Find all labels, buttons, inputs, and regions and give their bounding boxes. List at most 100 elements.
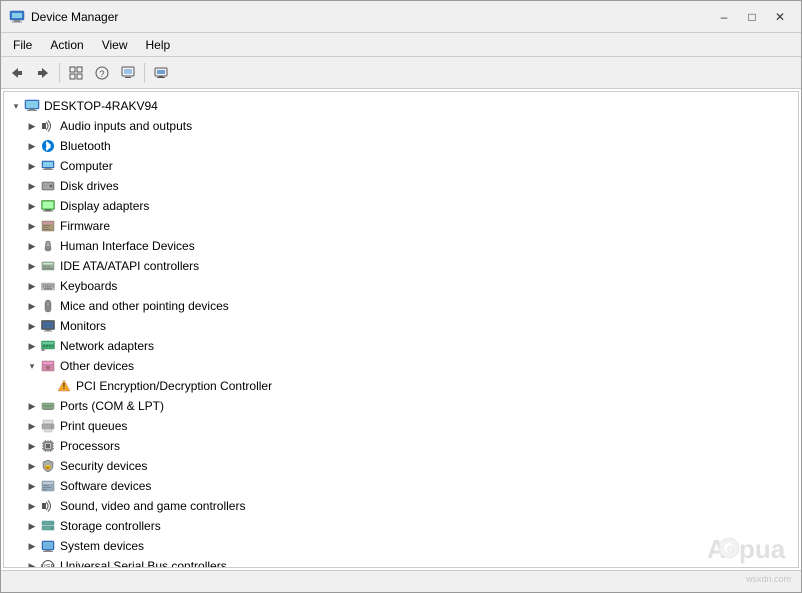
list-item[interactable]: ▶ Disk drives (4, 176, 798, 196)
disk-icon (40, 178, 56, 194)
item-label: System devices (60, 539, 144, 553)
expander[interactable]: ▶ (24, 518, 40, 534)
list-item[interactable]: ▶ Mice and other pointing devices (4, 296, 798, 316)
toolbar-separator-1 (59, 63, 60, 83)
list-item[interactable]: ▾ Other devices (4, 356, 798, 376)
back-button[interactable] (5, 61, 29, 85)
expander[interactable]: ▶ (24, 258, 40, 274)
menu-view[interactable]: View (94, 36, 136, 54)
help-button[interactable]: ? (90, 61, 114, 85)
computer-icon (40, 158, 56, 174)
list-item[interactable]: ▶ USB Universal Serial Bus controllers (4, 556, 798, 568)
list-item[interactable]: ▶ Bluetooth (4, 136, 798, 156)
processor-icon (40, 438, 56, 454)
display-icon (40, 198, 56, 214)
item-label: Audio inputs and outputs (60, 119, 192, 133)
list-item[interactable]: ▶ System devices (4, 536, 798, 556)
list-item[interactable]: ▶ ! PCI Encryption/Decryption Controller (4, 376, 798, 396)
expander[interactable]: ▶ (24, 298, 40, 314)
expander[interactable]: ▶ (24, 238, 40, 254)
expander[interactable]: ▶ (24, 338, 40, 354)
expander[interactable]: ▶ (24, 498, 40, 514)
monitor-icon (40, 318, 56, 334)
computer-icon (24, 98, 40, 114)
item-label: Processors (60, 439, 120, 453)
minimize-button[interactable]: – (711, 7, 737, 27)
svg-text:!: ! (63, 382, 66, 391)
expander[interactable]: ▶ (24, 438, 40, 454)
status-bar (1, 570, 801, 592)
list-item[interactable]: ▶ Firmware (4, 216, 798, 236)
list-item[interactable]: ▶ Network adapters (4, 336, 798, 356)
window-title: Device Manager (31, 10, 118, 24)
expander[interactable]: ▶ (24, 398, 40, 414)
expander[interactable]: ▶ (24, 538, 40, 554)
list-item[interactable]: ▶ Print queues (4, 416, 798, 436)
tree-view[interactable]: ▾ DESKTOP-4RAKV94 ▶ (3, 91, 799, 568)
bluetooth-icon (40, 138, 56, 154)
usb-icon: USB (40, 558, 56, 568)
other-devices-icon (40, 358, 56, 374)
network-icon (40, 338, 56, 354)
expander[interactable]: ▶ (24, 138, 40, 154)
view-device-button[interactable] (64, 61, 88, 85)
item-label: Firmware (60, 219, 110, 233)
expander[interactable]: ▶ (24, 218, 40, 234)
monitor-button[interactable] (149, 61, 173, 85)
item-label: Universal Serial Bus controllers (60, 559, 227, 568)
list-item[interactable]: ▶ Sound, video and game controllers (4, 496, 798, 516)
audio-icon (40, 118, 56, 134)
root-expander[interactable]: ▾ (8, 98, 24, 114)
item-label: Software devices (60, 479, 151, 493)
expander[interactable]: ▶ (24, 318, 40, 334)
item-label: Bluetooth (60, 139, 111, 153)
item-label: Monitors (60, 319, 106, 333)
properties-button[interactable] (116, 61, 140, 85)
list-item[interactable]: ▶ Monitors (4, 316, 798, 336)
expander[interactable]: ▶ (24, 558, 40, 568)
item-label: Computer (60, 159, 113, 173)
expander[interactable]: ▶ (24, 418, 40, 434)
list-item[interactable]: ▶ Audio inputs and outputs (4, 116, 798, 136)
expander[interactable]: ▶ (24, 458, 40, 474)
expander[interactable]: ▶ (24, 278, 40, 294)
menu-help[interactable]: Help (138, 36, 179, 54)
toolbar-separator-2 (144, 63, 145, 83)
system-icon (40, 538, 56, 554)
menu-file[interactable]: File (5, 36, 40, 54)
tree-root[interactable]: ▾ DESKTOP-4RAKV94 (4, 96, 798, 116)
list-item[interactable]: ▶ Software devices (4, 476, 798, 496)
expander[interactable]: ▶ (24, 198, 40, 214)
menu-action[interactable]: Action (42, 36, 91, 54)
list-item[interactable]: ▶ Human Interface Devices (4, 236, 798, 256)
list-item[interactable]: ▶ (4, 436, 798, 456)
list-item[interactable]: ▶ Keyboar (4, 276, 798, 296)
menu-bar: File Action View Help (1, 33, 801, 57)
maximize-button[interactable]: □ (739, 7, 765, 27)
list-item[interactable]: ▶ Display adapters (4, 196, 798, 216)
list-item[interactable]: ▶ IDE ATA/ATAPI controllers (4, 256, 798, 276)
warning-icon: ! (56, 378, 72, 394)
list-item[interactable]: ▶ Ports (COM & LPT) (4, 396, 798, 416)
security-icon: 🔒 (40, 458, 56, 474)
window-controls: – □ ✕ (711, 7, 793, 27)
expander[interactable]: ▶ (24, 178, 40, 194)
item-label: Human Interface Devices (60, 239, 195, 253)
expander[interactable]: ▾ (24, 358, 40, 374)
forward-button[interactable] (31, 61, 55, 85)
expander[interactable]: ▶ (24, 118, 40, 134)
item-label: Sound, video and game controllers (60, 499, 245, 513)
svg-text:🔒: 🔒 (44, 462, 53, 470)
item-label: Ports (COM & LPT) (60, 399, 164, 413)
root-label: DESKTOP-4RAKV94 (44, 99, 158, 113)
storage-icon (40, 518, 56, 534)
close-button[interactable]: ✕ (767, 7, 793, 27)
list-item[interactable]: ▶ Storage controllers (4, 516, 798, 536)
expander[interactable]: ▶ (24, 478, 40, 494)
item-label: Disk drives (60, 179, 119, 193)
app-icon (9, 9, 25, 25)
keyboard-icon (40, 278, 56, 294)
list-item[interactable]: ▶ Computer (4, 156, 798, 176)
list-item[interactable]: ▶ 🔒 Security devices (4, 456, 798, 476)
expander[interactable]: ▶ (24, 158, 40, 174)
